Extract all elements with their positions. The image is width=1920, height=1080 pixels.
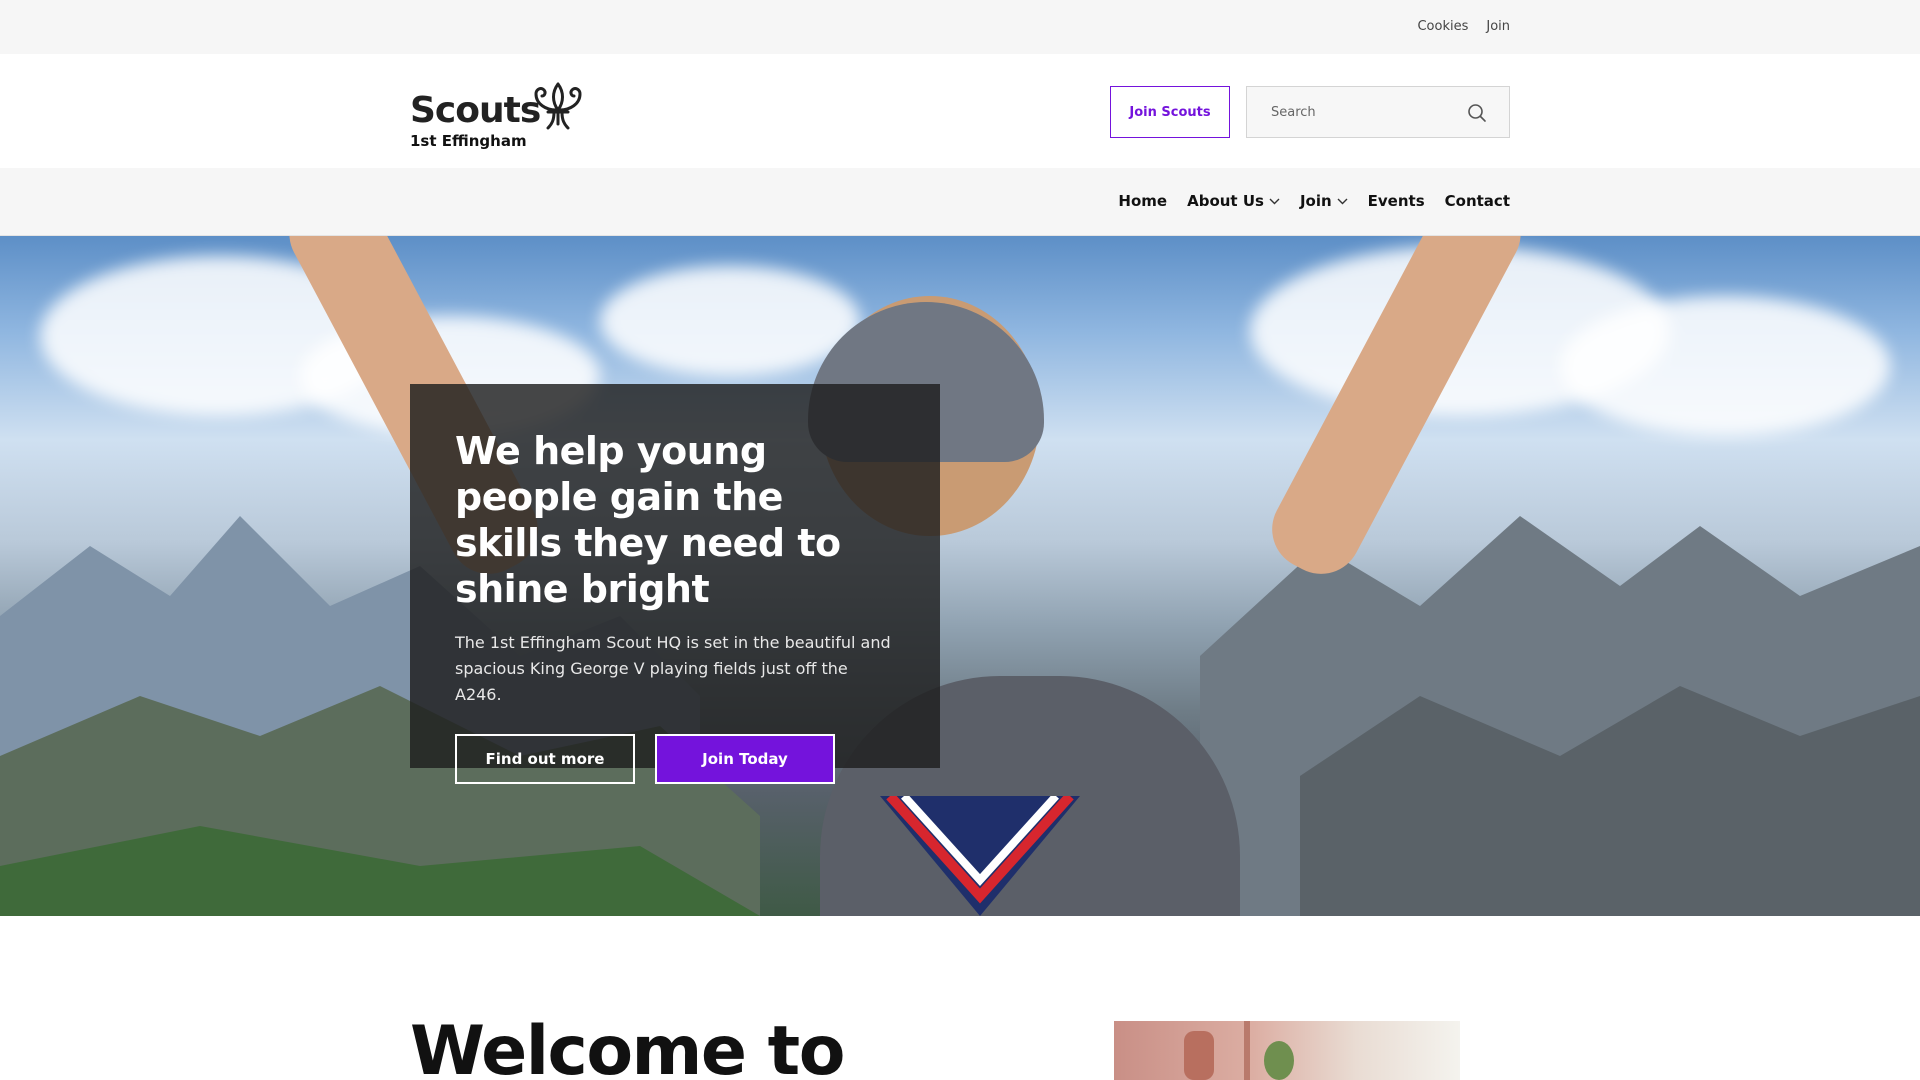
nav-item-label: Contact: [1444, 192, 1510, 210]
main-nav-bar: Home About Us Join Events Contact: [0, 168, 1920, 236]
search-box: [1246, 86, 1510, 138]
search-input[interactable]: [1271, 104, 1461, 120]
hero-description: The 1st Effingham Scout HQ is set in the…: [455, 633, 891, 704]
utility-links: Cookies Join: [1417, 19, 1510, 34]
utility-bar: Cookies Join: [0, 0, 1920, 54]
join-scouts-button[interactable]: Join Scouts: [1110, 86, 1230, 138]
nav-item-label: Home: [1118, 192, 1168, 210]
hero-title: We help young people gain the skills the…: [455, 429, 841, 611]
site-logo[interactable]: Scouts 1st Effingham: [410, 78, 600, 150]
fleur-de-lis-icon: [534, 82, 582, 130]
chevron-down-icon: [1337, 198, 1348, 204]
nav-item-label: Join: [1299, 192, 1332, 210]
utility-link-join[interactable]: Join: [1486, 19, 1510, 34]
search-icon[interactable]: [1467, 103, 1487, 123]
nav-item-label: About Us: [1187, 192, 1264, 210]
nav-item-about-us[interactable]: About Us: [1187, 192, 1280, 210]
utility-link-cookies[interactable]: Cookies: [1417, 19, 1468, 34]
nav-item-contact[interactable]: Contact: [1445, 192, 1510, 210]
nav-item-home[interactable]: Home: [1118, 192, 1167, 210]
main-nav: Home About Us Join Events Contact: [1118, 192, 1510, 210]
nav-item-label: Events: [1367, 192, 1425, 210]
chevron-down-icon: [1269, 198, 1280, 204]
logo-wordmark: Scouts: [410, 90, 541, 131]
site-header: Scouts 1st Effingham Join Scouts: [0, 54, 1920, 168]
join-today-button[interactable]: Join Today: [655, 734, 835, 784]
nav-item-events[interactable]: Events: [1368, 192, 1425, 210]
welcome-heading: Welcome to: [410, 1012, 845, 1080]
nav-item-join[interactable]: Join: [1300, 192, 1348, 210]
logo-subtitle: 1st Effingham: [410, 132, 527, 150]
hero-card: We help young people gain the skills the…: [410, 384, 940, 784]
hero-banner: We help young people gain the skills the…: [0, 236, 1920, 916]
welcome-image: [1114, 1021, 1460, 1080]
hero-buttons: Find out more Join Today: [455, 734, 896, 784]
find-out-more-button[interactable]: Find out more: [455, 734, 635, 784]
